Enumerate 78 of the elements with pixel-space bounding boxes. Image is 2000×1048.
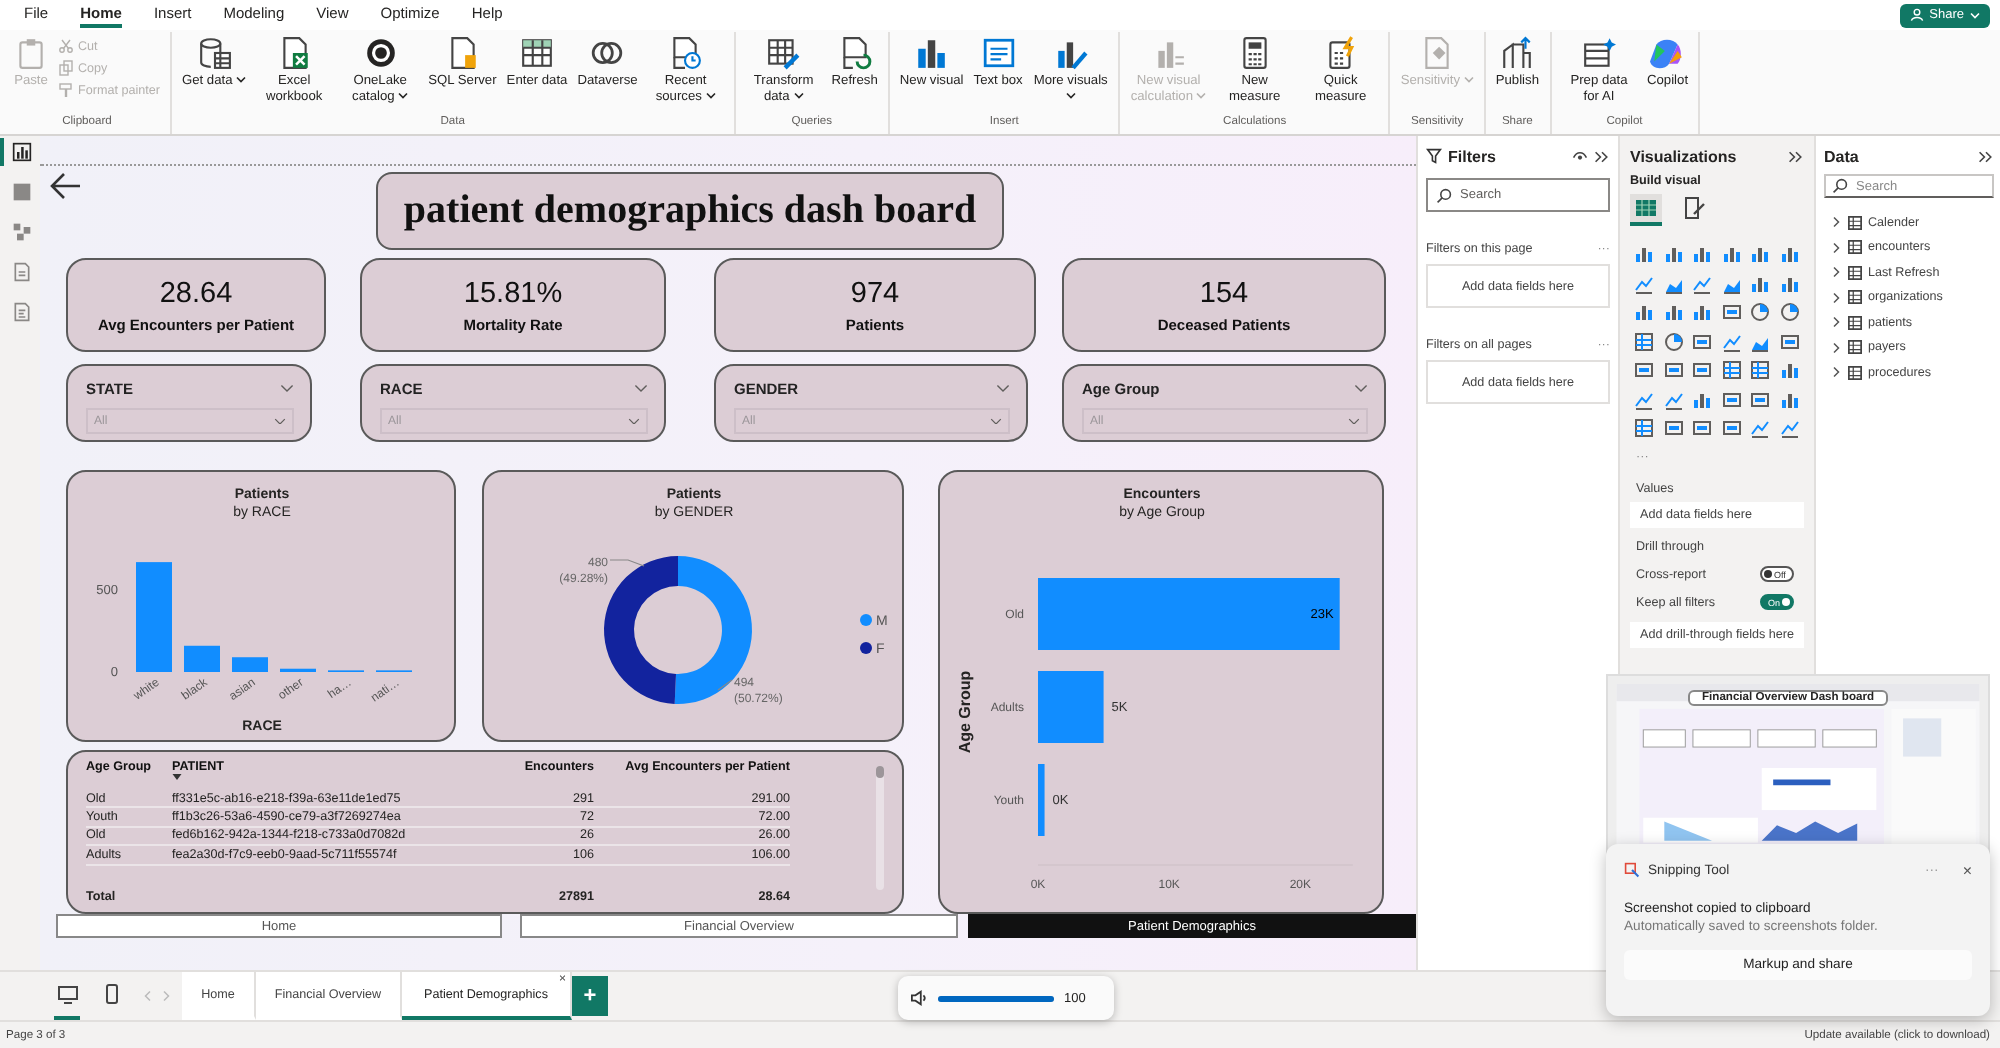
line-chart-icon[interactable] <box>1779 418 1799 438</box>
speaker-icon[interactable] <box>910 990 928 1006</box>
bar <box>232 657 268 672</box>
bar <box>1038 671 1104 743</box>
bar-chart-icon[interactable] <box>1692 389 1712 409</box>
search-icon <box>1832 178 1848 194</box>
chevron-down-icon <box>1348 417 1360 425</box>
kpi-value: 15.81% <box>463 277 563 309</box>
text-box-icon <box>981 36 1016 70</box>
pie-chart-icon[interactable] <box>1750 302 1770 322</box>
line-chart-icon[interactable] <box>1721 331 1741 351</box>
monitor-icon <box>57 985 77 1003</box>
table-pencil-icon <box>766 36 801 70</box>
pie-chart-icon[interactable] <box>1663 331 1683 351</box>
line-chart-icon[interactable] <box>1692 273 1712 293</box>
document-icon <box>12 302 32 322</box>
kpi-value: 154 <box>1199 277 1249 309</box>
person-icon <box>1909 8 1924 22</box>
database-icon <box>197 36 232 70</box>
bar <box>136 562 172 672</box>
clock-document-icon <box>668 36 703 70</box>
leader-line <box>717 679 733 691</box>
pane-title: Visualizations <box>1630 147 1737 165</box>
rings-icon <box>590 36 625 70</box>
calculator-icon <box>1237 36 1272 70</box>
brush-icon <box>58 82 74 98</box>
line-chart-icon[interactable] <box>1663 389 1683 409</box>
line-chart-icon[interactable] <box>1634 273 1654 293</box>
upload-icon <box>1500 36 1535 70</box>
expand-icon[interactable] <box>1594 149 1610 163</box>
caret-icon <box>1970 11 1980 19</box>
kpi-value: 974 <box>850 277 900 309</box>
chevron-down-icon <box>996 383 1010 393</box>
back-arrow-icon[interactable] <box>48 172 82 200</box>
pie-chart-icon[interactable] <box>1779 302 1799 322</box>
line-chart-icon[interactable] <box>1750 418 1770 438</box>
search-icon <box>1436 187 1452 203</box>
pane-title: Data <box>1824 147 1859 165</box>
spreadsheet-icon <box>277 36 312 70</box>
chevron-down-icon <box>990 417 1002 425</box>
tag-document-icon <box>1420 36 1455 70</box>
chevron-down-icon <box>274 417 286 425</box>
bar-chart-icon <box>914 36 949 70</box>
expand-icon[interactable] <box>1978 149 1994 163</box>
phone-icon <box>105 984 117 1004</box>
pane-title: Filters <box>1448 147 1497 165</box>
volume-slider[interactable] <box>938 995 1054 1001</box>
swirl-icon <box>1650 36 1685 70</box>
leader-line <box>609 559 645 567</box>
bar <box>1038 764 1045 836</box>
diagram-icon <box>12 222 32 242</box>
build-tab[interactable] <box>1630 194 1662 226</box>
axis-title: Age Group <box>956 670 974 754</box>
document-icon <box>12 262 32 282</box>
bar-chart-icon <box>12 142 32 162</box>
line-chart-icon[interactable] <box>1634 389 1654 409</box>
brush-document-icon <box>1682 196 1706 220</box>
bar <box>184 645 220 672</box>
chevron-down-icon <box>280 383 294 393</box>
funnel-icon <box>1426 148 1442 164</box>
card-icon[interactable] <box>1779 331 1799 351</box>
chevron-down-icon <box>634 383 648 393</box>
expand-icon[interactable] <box>1788 149 1804 163</box>
report-title: patient demographics dash board <box>376 172 1004 250</box>
eye-icon[interactable] <box>1572 150 1588 162</box>
chevron-down-icon <box>1354 383 1368 393</box>
chart-pencil-icon <box>1053 36 1088 70</box>
sparkle-box-icon <box>1582 36 1616 70</box>
kpi-value: 28.64 <box>159 277 233 309</box>
chevron-down-icon <box>628 417 640 425</box>
copy-icon <box>58 60 74 76</box>
document-icon <box>445 36 480 70</box>
refresh-icon <box>837 36 872 70</box>
calculator-bolt-icon <box>1323 36 1358 70</box>
clipboard-icon <box>14 36 48 70</box>
circle-icon <box>363 36 398 70</box>
close-button[interactable]: × <box>1962 861 1972 879</box>
add-page-button[interactable]: + <box>572 976 608 1016</box>
